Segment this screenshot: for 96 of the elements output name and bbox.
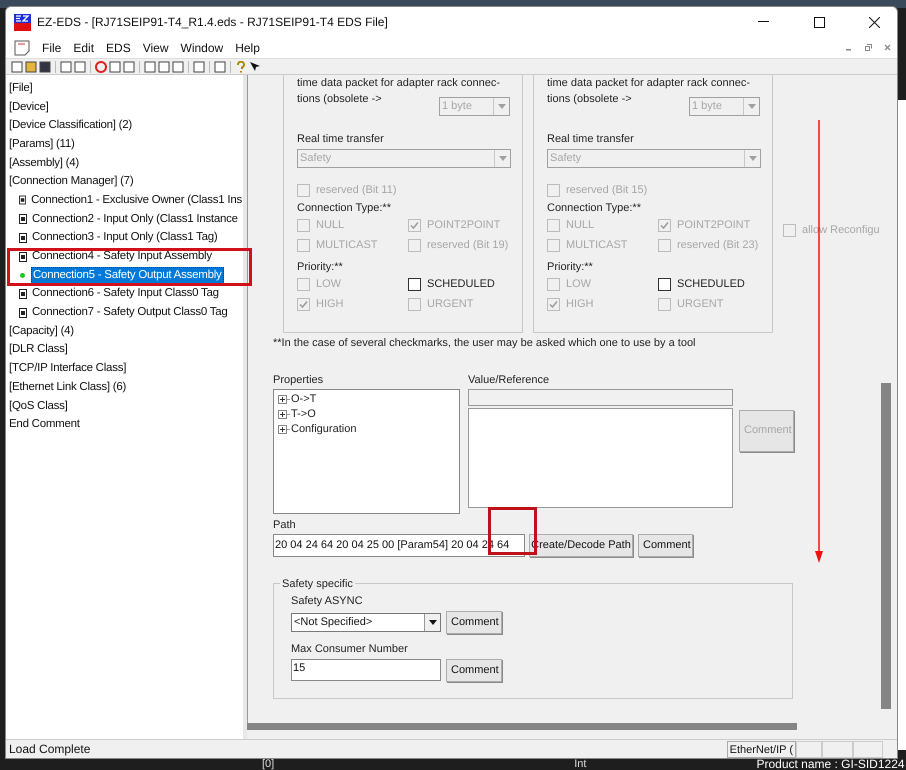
field-label: Safety ASYNC <box>291 594 364 608</box>
checkbox-label: HIGH <box>316 296 344 312</box>
checkbox-label: LOW <box>316 276 342 292</box>
document-icon <box>19 214 27 224</box>
checkbox-label: SCHEDULED <box>427 276 495 292</box>
menu-item[interactable]: Edit <box>67 38 100 56</box>
status-protocol: EtherNet/IP ( <box>726 740 796 758</box>
tree-item[interactable]: O->T <box>291 390 316 408</box>
scrollbar-thumb[interactable] <box>881 383 891 709</box>
tree-item[interactable]: [QoS Class] <box>8 398 69 414</box>
checkbox-label: MULTICAST <box>316 238 378 253</box>
menu-item[interactable]: File <box>36 38 68 56</box>
checkbox-label: HIGH <box>566 296 594 312</box>
checkbox-label: reserved (Bit 23) <box>677 238 758 253</box>
field-label: Real time transfer <box>547 132 635 146</box>
section-label: Priority:** <box>547 260 594 274</box>
checkbox-label: reserved (Bit 19) <box>427 238 508 253</box>
description-text: time data packet for adapter rack connec- <box>297 76 500 91</box>
description-text: time data packet for adapter rack connec- <box>547 76 750 91</box>
checkbox-label: URGENT <box>427 296 474 312</box>
field-label: Value/Reference <box>468 372 550 386</box>
tree-item[interactable]: Connection5 - Safety Output Assembly <box>31 266 224 284</box>
status-message: Load Complete <box>8 741 90 758</box>
document-icon <box>19 232 27 243</box>
menu-item[interactable]: Window <box>174 38 230 56</box>
tree-item[interactable]: [Device Classification] (2) <box>8 118 133 134</box>
window-title: EZ-EDS - [RJ71SEIP91-T4_R1.4.eds - RJ71SEIP91-T4 EDS File] <box>37 14 388 31</box>
menu-item[interactable]: EDS <box>100 38 137 56</box>
checkbox-label: URGENT <box>677 296 724 312</box>
tree-item[interactable]: [File] <box>8 80 34 96</box>
tree-item[interactable]: Connection1 - Exclusive Owner (Class1 Ins <box>30 192 243 208</box>
checkbox-label: reserved (Bit 11) <box>316 182 396 198</box>
value-field[interactable] <box>468 408 733 508</box>
tree-item[interactable]: Connection3 - Input Only (Class1 Tag) <box>31 230 218 246</box>
reference-field[interactable] <box>468 388 733 406</box>
checkbox-label: NULL <box>566 218 594 233</box>
document-icon <box>19 308 27 318</box>
field-label: Real time transfer <box>297 132 385 146</box>
comment-button[interactable]: Comment <box>446 610 502 634</box>
section-label: Connection Type:** <box>547 201 642 215</box>
document-icon <box>19 252 27 262</box>
document-icon[interactable] <box>14 40 30 56</box>
checkbox[interactable] <box>658 278 671 290</box>
scrollbar-thumb[interactable] <box>247 723 797 730</box>
field-label: Path <box>273 518 297 532</box>
stop-icon[interactable] <box>95 60 107 72</box>
document-icon <box>19 195 26 206</box>
checkbox-label: NULL <box>316 218 344 233</box>
properties-tree[interactable]: O->T T->O Configuration <box>273 388 460 514</box>
checkbox-label: POINT2POINT <box>427 218 500 233</box>
expand-icon[interactable] <box>278 424 287 434</box>
tree-item[interactable]: Connection7 - Safety Output Class0 Tag <box>31 305 228 320</box>
description-text: tions (obsolete -> <box>547 92 632 107</box>
comment-button[interactable]: Comment <box>446 658 502 682</box>
checkbox-label: MULTICAST <box>566 238 628 253</box>
expand-icon[interactable] <box>278 394 287 404</box>
minimize-icon[interactable] <box>758 21 769 23</box>
checkbox[interactable] <box>408 278 421 290</box>
document-icon <box>19 288 27 299</box>
checkbox-label: reserved (Bit 15) <box>566 182 648 198</box>
section-label: Connection Type:** <box>297 201 392 215</box>
maximize-icon[interactable] <box>814 16 825 28</box>
tree-item[interactable]: [DLR Class] <box>8 342 69 358</box>
menu-item[interactable]: View <box>136 38 175 56</box>
expand-icon[interactable] <box>278 410 287 418</box>
background-text: Product name : GI-SID1224 <box>756 759 905 770</box>
app-logo-icon <box>14 14 31 30</box>
tree-item[interactable]: Connection6 - Safety Input Class0 Tag <box>31 286 220 302</box>
tree-item[interactable]: [Device] <box>8 100 50 115</box>
tree-item[interactable]: [TCP/IP Interface Class] <box>8 361 128 376</box>
tree-item[interactable]: End Comment <box>8 417 81 432</box>
close-icon[interactable] <box>869 16 880 28</box>
field-label: Properties <box>273 372 324 386</box>
background-cell: Int <box>574 759 586 770</box>
checkbox-label: SCHEDULED <box>677 276 745 292</box>
tree-item[interactable]: [Connection Manager] (7) <box>8 174 134 190</box>
description-text: tions (obsolete -> <box>297 92 382 107</box>
tree-item[interactable]: Configuration <box>291 420 356 438</box>
tree-item[interactable]: Connection2 - Input Only (Class1 Instance <box>31 212 239 227</box>
tree-item[interactable]: T->O <box>291 406 316 422</box>
tree-item[interactable]: [Ethernet Link Class] (6) <box>8 380 128 395</box>
tree-item[interactable]: [Capacity] (4) <box>8 324 75 339</box>
menu-item[interactable]: Help <box>229 38 266 56</box>
checkbox-label: POINT2POINT <box>677 218 750 233</box>
section-label: Priority:** <box>297 260 344 274</box>
footnote-text: **In the case of several checkmarks, the user may be asked which one to use by a tool <box>273 336 697 351</box>
tree-item[interactable]: [Assembly] (4) <box>8 156 80 171</box>
safety-async-select[interactable]: <Not Specified> <box>291 612 441 632</box>
tree-item[interactable]: Connection4 - Safety Input Assembly <box>31 249 213 264</box>
max-consumer-field[interactable]: 15 <box>291 659 441 681</box>
comment-button[interactable]: Comment <box>638 534 693 556</box>
checkbox-label: LOW <box>566 276 592 292</box>
background-cell: [0] <box>262 759 274 770</box>
field-label: Max Consumer Number <box>291 642 409 656</box>
tree-item[interactable]: [Params] (11) <box>8 136 76 152</box>
restore-icon[interactable] <box>865 44 872 51</box>
